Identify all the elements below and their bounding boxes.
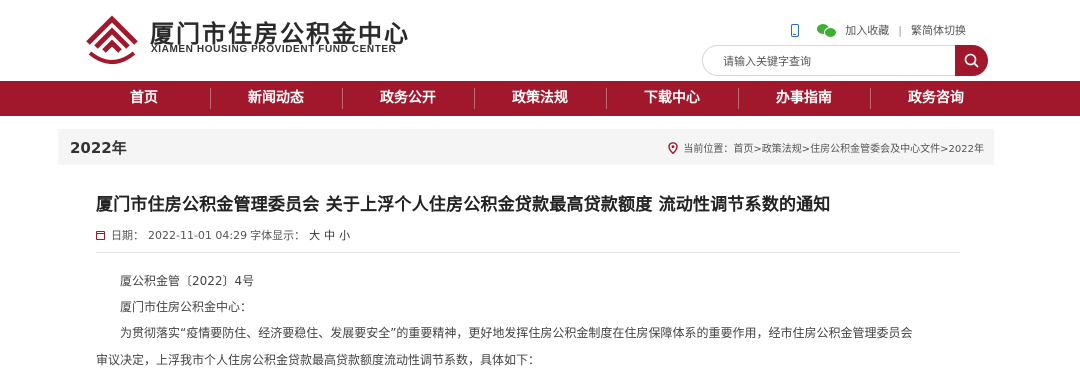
site-header: 厦门市住房公积金中心 XIAMEN HOUSING PROVIDENT FUND… (0, 0, 1080, 81)
font-size-large-button[interactable]: 大 (309, 227, 320, 243)
search-button[interactable] (955, 45, 988, 76)
nav-item-downloads[interactable]: 下载中心 (606, 81, 738, 116)
document-number: 厦公积金管〔2022〕4号 (120, 274, 255, 288)
nav-item-policies[interactable]: 政策法规 (474, 81, 606, 116)
nav-item-consultation[interactable]: 政务咨询 (870, 81, 1002, 116)
traditional-simplified-switch-link[interactable]: 繁简体切换 (911, 22, 966, 38)
breadcrumb: 当前位置：首页>政策法规>住房公积金管委会及中心文件>2022年 (668, 140, 984, 155)
breadcrumb-text[interactable]: 当前位置：首页>政策法规>住房公积金管委会及中心文件>2022年 (683, 140, 984, 155)
date-label: 日期： (111, 229, 144, 242)
logo-icon (86, 15, 138, 64)
page-title-bar: 2022年 当前位置：首页>政策法规>住房公积金管委会及中心文件>2022年 (58, 129, 994, 165)
brand-name-english: XIAMEN HOUSING PROVIDENT FUND CENTER (151, 44, 397, 55)
article-meta: 日期： 2022-11-01 04:29 字体显示： 大 中 小 (96, 227, 350, 243)
add-favorite-link[interactable]: 加入收藏 (845, 22, 889, 38)
calendar-icon (96, 230, 105, 240)
nav-item-home[interactable]: 首页 (78, 81, 210, 116)
body-paragraph: 为贯彻落实“疫情要防住、经济要稳住、发展要安全”的重要精神，更好地发挥住房公积金… (120, 326, 913, 340)
article-title: 厦门市住房公积金管理委员会 关于上浮个人住房公积金贷款最高贷款额度 流动性调节系… (96, 195, 831, 215)
body-paragraph-continued: 审议决定，上浮我市个人住房公积金贷款最高贷款额度流动性调节系数，具体如下： (96, 353, 541, 367)
wechat-icon[interactable] (817, 24, 838, 38)
nav-item-news[interactable]: 新闻动态 (210, 81, 342, 116)
divider (96, 252, 960, 253)
phone-icon[interactable] (791, 23, 800, 37)
top-links: 加入收藏 | 繁简体切换 (791, 22, 966, 38)
search-icon (964, 53, 979, 68)
search-box (702, 45, 988, 76)
font-size-small-button[interactable]: 小 (339, 227, 350, 243)
link-separator: | (898, 23, 902, 37)
page-title: 2022年 (70, 139, 127, 157)
search-input[interactable] (723, 52, 943, 70)
font-size-medium-button[interactable]: 中 (324, 227, 335, 243)
main-nav: 首页 新闻动态 政务公开 政策法规 下载中心 办事指南 政务咨询 (0, 81, 1080, 116)
publish-date: 2022-11-01 04:29 (148, 228, 248, 242)
nav-item-government-affairs[interactable]: 政务公开 (342, 81, 474, 116)
location-pin-icon (668, 141, 679, 154)
font-size-label: 字体显示： (250, 229, 306, 242)
addressee: 厦门市住房公积金中心： (120, 300, 253, 314)
nav-item-service-guide[interactable]: 办事指南 (738, 81, 870, 116)
